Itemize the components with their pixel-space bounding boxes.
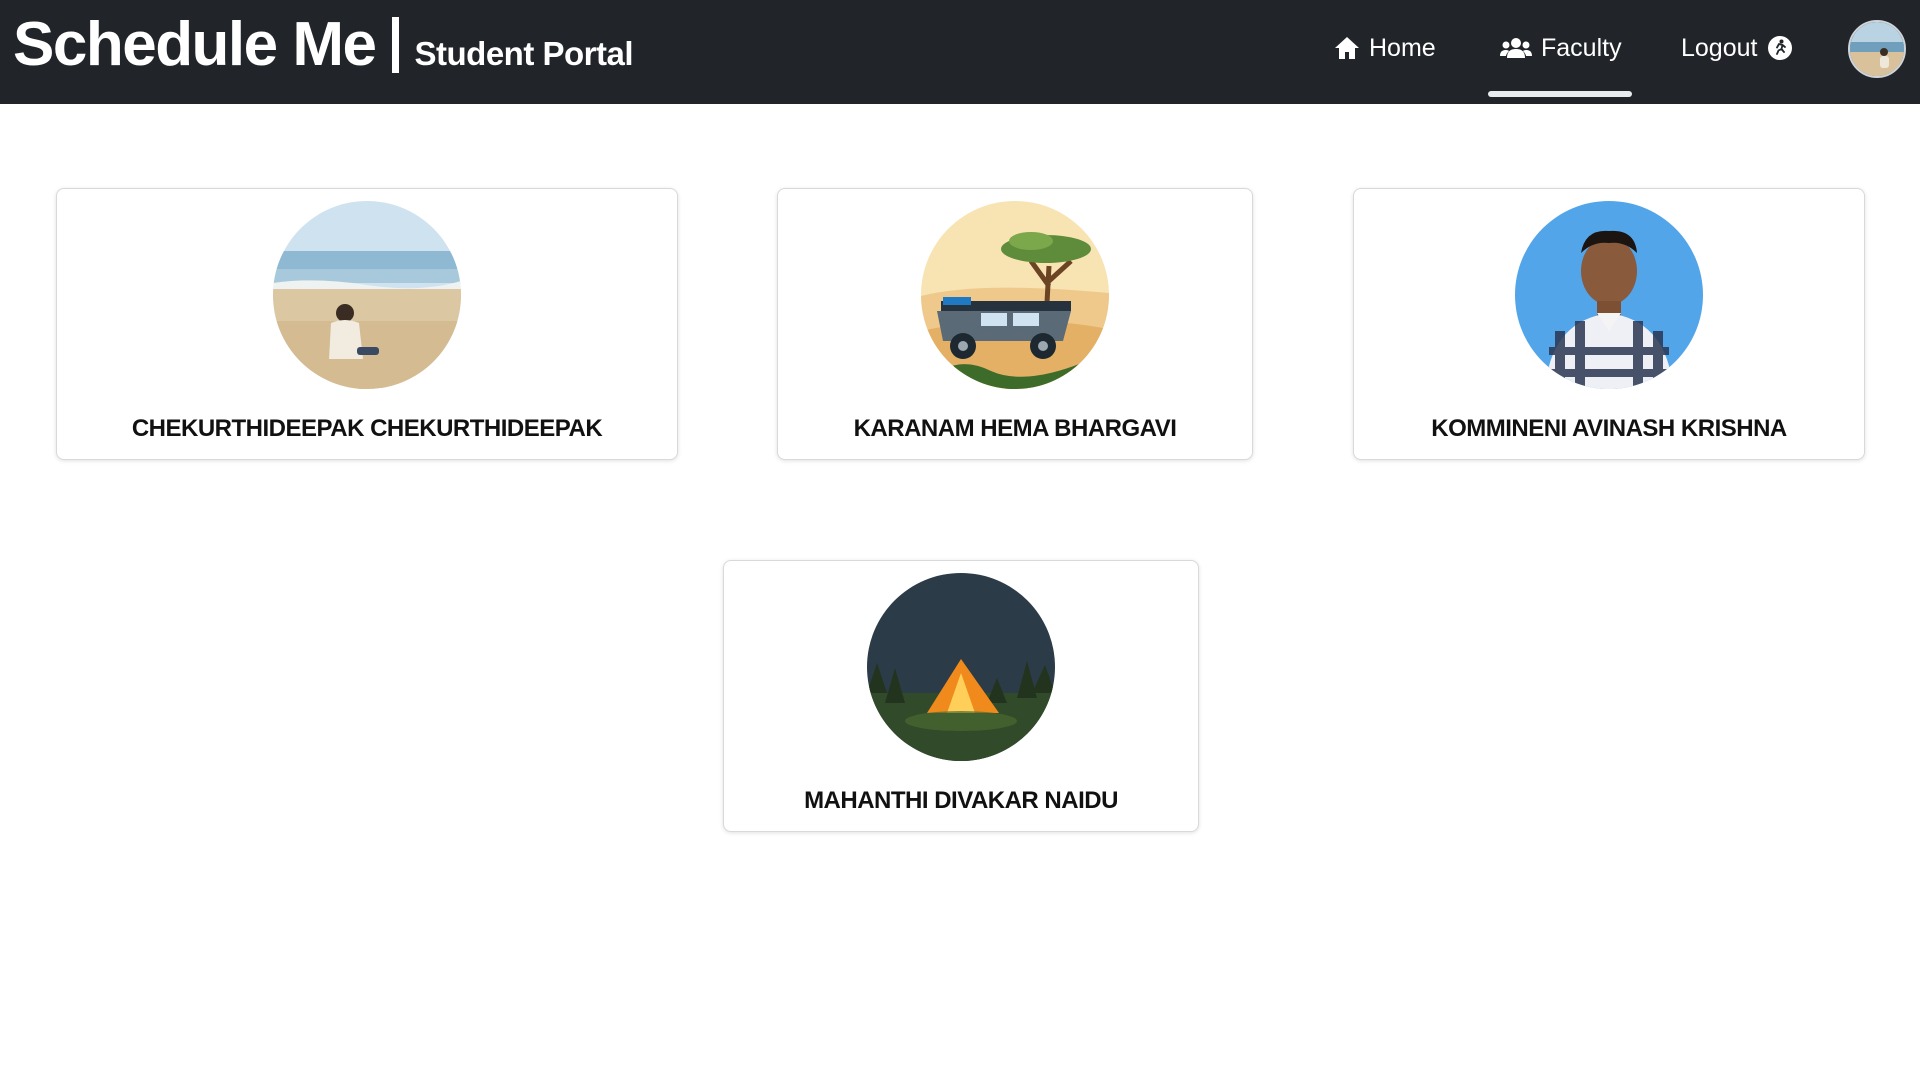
faculty-card[interactable]: CHEKURTHIDEEPAK CHEKURTHIDEEPAK <box>56 188 678 460</box>
safari-jeep-illustration <box>921 201 1109 389</box>
home-icon <box>1335 37 1359 59</box>
tent-night-illustration <box>867 573 1055 761</box>
faculty-name: CHEKURTHIDEEPAK CHEKURTHIDEEPAK <box>131 415 603 442</box>
app-title: Schedule Me <box>13 10 377 79</box>
top-navbar: Schedule Me Student Portal Home Faculty … <box>0 0 1920 104</box>
beach-photo <box>273 201 461 389</box>
faculty-card[interactable]: KARANAM HEMA BHARGAVI <box>777 188 1253 460</box>
users-icon <box>1500 38 1532 58</box>
brand[interactable]: Schedule Me Student Portal <box>13 10 634 79</box>
faculty-name: KOMMINENI AVINASH KRISHNA <box>1431 415 1787 442</box>
faculty-card[interactable]: KOMMINENI AVINASH KRISHNA <box>1353 188 1865 460</box>
nav-home-label: Home <box>1369 33 1436 62</box>
nav-home-link[interactable]: Home <box>1334 28 1436 68</box>
active-tab-indicator <box>1488 91 1632 97</box>
nav-faculty-label: Faculty <box>1541 33 1622 62</box>
faculty-name: MAHANTHI DIVAKAR NAIDU <box>804 787 1118 814</box>
nav-logout-link[interactable]: Logout <box>1681 28 1793 68</box>
faculty-card[interactable]: MAHANTHI DIVAKAR NAIDU <box>723 560 1199 832</box>
running-exit-icon <box>1768 36 1793 60</box>
nav-logout-label: Logout <box>1681 33 1758 62</box>
brand-separator <box>391 17 399 73</box>
nav-faculty-link[interactable]: Faculty <box>1500 28 1622 68</box>
portal-subtitle: Student Portal <box>414 35 634 72</box>
faculty-name: KARANAM HEMA BHARGAVI <box>853 415 1177 442</box>
portrait-photo <box>1515 201 1703 389</box>
profile-avatar[interactable] <box>1848 20 1906 78</box>
